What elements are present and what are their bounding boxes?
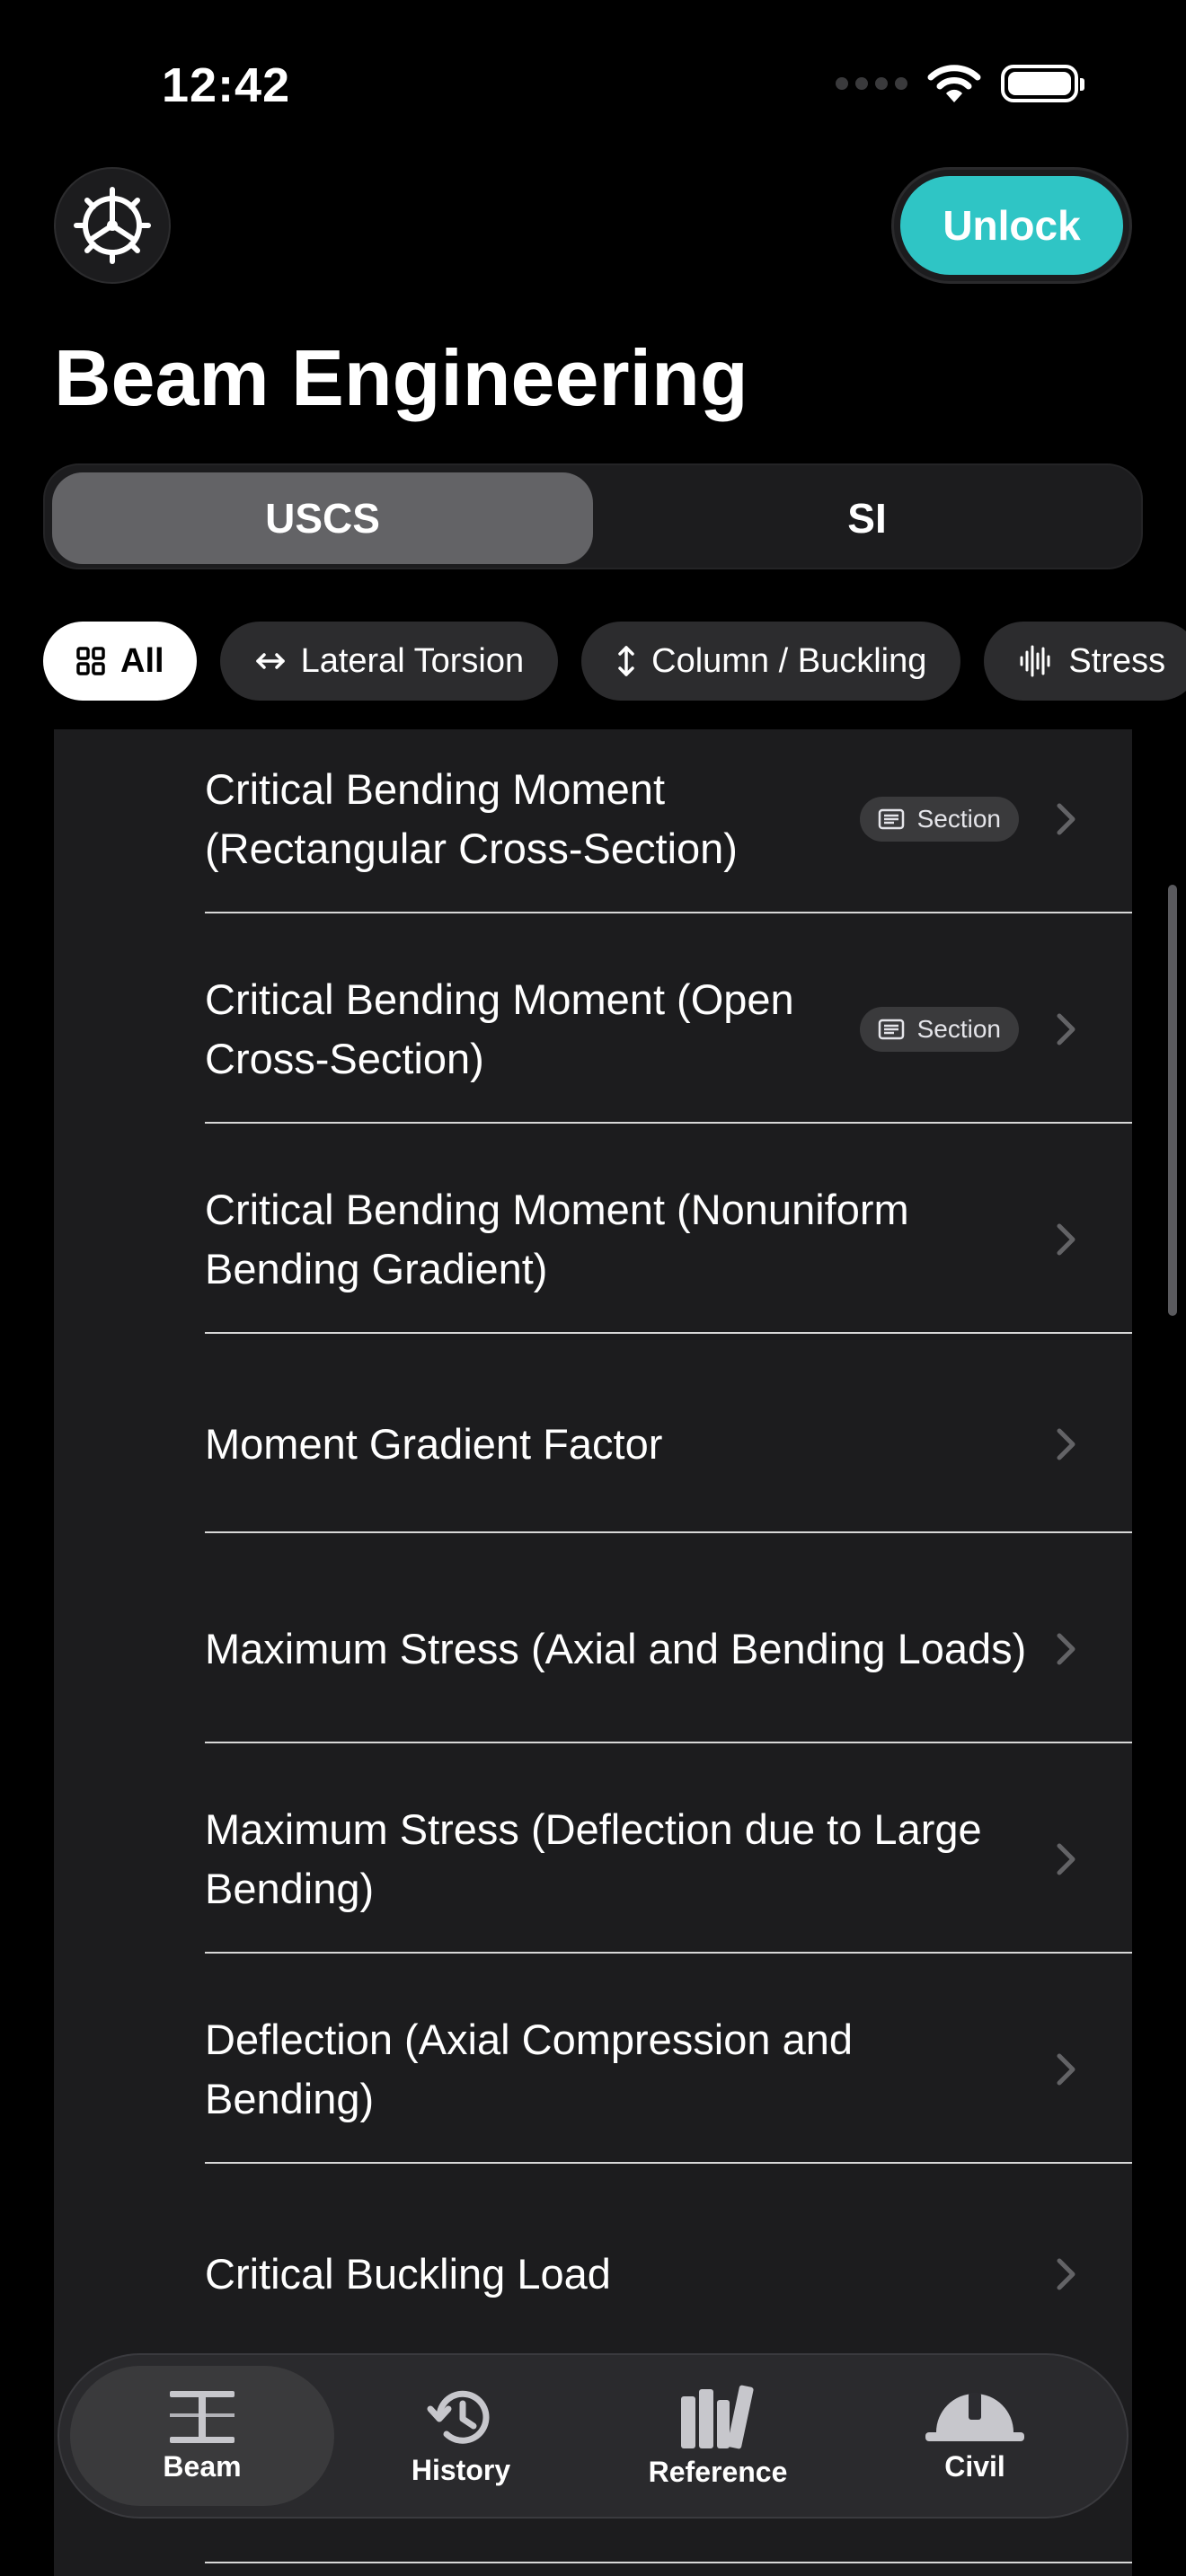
page-title: Beam Engineering — [54, 333, 748, 422]
list-item[interactable]: Critical Bending Moment (Open Cross-Sect… — [205, 957, 1078, 1101]
calculator-list: Critical Bending Moment (Rectangular Cro… — [54, 729, 1132, 2576]
list-item[interactable]: Critical Buckling Load — [205, 2202, 1078, 2346]
chevron-right-icon — [1057, 1428, 1075, 1460]
list-divider — [205, 1332, 1132, 1334]
waveform-icon — [1020, 645, 1050, 677]
list-item[interactable]: Critical Bending Moment (Nonuniform Bend… — [205, 1168, 1078, 1311]
document-icon — [878, 1019, 904, 1040]
list-item[interactable]: Moment Gradient Factor — [205, 1372, 1078, 1516]
tab-reference[interactable]: Reference — [586, 2366, 850, 2506]
filter-all[interactable]: All — [43, 622, 197, 701]
status-time: 12:42 — [162, 58, 291, 112]
list-item[interactable]: Deflection (Axial Compression and Bendin… — [205, 1998, 1078, 2141]
battery-icon — [1001, 65, 1084, 102]
filter-column-buckling-label: Column / Buckling — [651, 641, 927, 680]
list-divider — [205, 2162, 1132, 2164]
list-item-label: Maximum Stress (Deflection due to Large … — [205, 1805, 982, 1912]
scroll-indicator[interactable] — [1168, 885, 1177, 1316]
tab-history[interactable]: History — [329, 2366, 593, 2506]
left-right-arrow-icon — [255, 653, 285, 669]
list-item[interactable]: Critical Bending Moment (Rectangular Cro… — [205, 747, 1078, 891]
chevron-right-icon — [1057, 1013, 1075, 1045]
tab-bar: Beam History Reference Civil — [58, 2353, 1128, 2519]
list-item-label: Deflection (Axial Compression and Bendin… — [205, 2016, 853, 2122]
list-item-label: Critical Bending Moment (Open Cross-Sect… — [205, 975, 794, 1082]
chevron-right-icon — [1057, 1843, 1075, 1875]
segment-uscs[interactable]: USCS — [52, 472, 593, 564]
tab-beam[interactable]: Beam — [70, 2366, 334, 2506]
gear-icon — [74, 187, 151, 264]
list-divider — [205, 1531, 1132, 1533]
section-badge: Section — [859, 797, 1019, 842]
filter-all-label: All — [120, 641, 164, 680]
unit-segmented-control: USCS SI — [43, 463, 1143, 569]
list-divider — [205, 1952, 1132, 1954]
section-badge-label: Section — [916, 1015, 1001, 1043]
filter-chips: All Lateral Torsion Column / Buckling St… — [43, 622, 1186, 701]
filter-lateral-torsion[interactable]: Lateral Torsion — [219, 622, 559, 701]
section-badge: Section — [859, 1007, 1019, 1052]
chevron-right-icon — [1057, 803, 1075, 835]
list-divider — [205, 1122, 1132, 1124]
filter-stress[interactable]: Stress — [984, 622, 1186, 701]
unlock-button-frame: Unlock — [891, 167, 1132, 284]
chevron-right-icon — [1057, 2053, 1075, 2086]
list-item[interactable]: Maximum Stress (Axial and Bending Loads) — [205, 1577, 1078, 1721]
tab-reference-label: Reference — [648, 2455, 788, 2488]
status-icons — [836, 63, 1084, 104]
hard-hat-icon — [925, 2392, 1024, 2441]
settings-button[interactable] — [54, 167, 171, 284]
up-down-arrow-icon — [618, 646, 634, 676]
tab-history-label: History — [411, 2453, 511, 2486]
list-item-label: Critical Bending Moment (Rectangular Cro… — [205, 765, 738, 872]
segment-si[interactable]: SI — [597, 472, 1137, 564]
wifi-icon — [927, 65, 981, 102]
list-divider — [205, 1742, 1132, 1743]
list-item-label: Critical Buckling Load — [205, 2250, 611, 2298]
books-icon — [681, 2385, 754, 2448]
unlock-button[interactable]: Unlock — [900, 176, 1123, 275]
filter-stress-label: Stress — [1068, 641, 1166, 680]
list-divider — [205, 2562, 1132, 2563]
document-icon — [878, 808, 904, 830]
section-badge-label: Section — [916, 805, 1001, 833]
tab-civil[interactable]: Civil — [843, 2366, 1107, 2506]
filter-lateral-torsion-label: Lateral Torsion — [300, 641, 525, 680]
list-divider — [205, 912, 1132, 913]
list-item-label: Critical Bending Moment (Nonuniform Bend… — [205, 1186, 909, 1292]
grid-icon — [76, 647, 105, 675]
chevron-right-icon — [1057, 1223, 1075, 1256]
list-item-label: Moment Gradient Factor — [205, 1420, 663, 1468]
chevron-right-icon — [1057, 2258, 1075, 2290]
filter-column-buckling[interactable]: Column / Buckling — [581, 622, 961, 701]
cellular-signal-icon — [836, 77, 907, 90]
i-beam-icon — [170, 2390, 235, 2443]
list-item[interactable]: Maximum Stress (Deflection due to Large … — [205, 1787, 1078, 1931]
tab-civil-label: Civil — [944, 2449, 1005, 2483]
chevron-right-icon — [1057, 1633, 1075, 1665]
history-icon — [427, 2390, 490, 2444]
list-item-label: Maximum Stress (Axial and Bending Loads) — [205, 1625, 1027, 1672]
tab-beam-label: Beam — [163, 2449, 242, 2483]
